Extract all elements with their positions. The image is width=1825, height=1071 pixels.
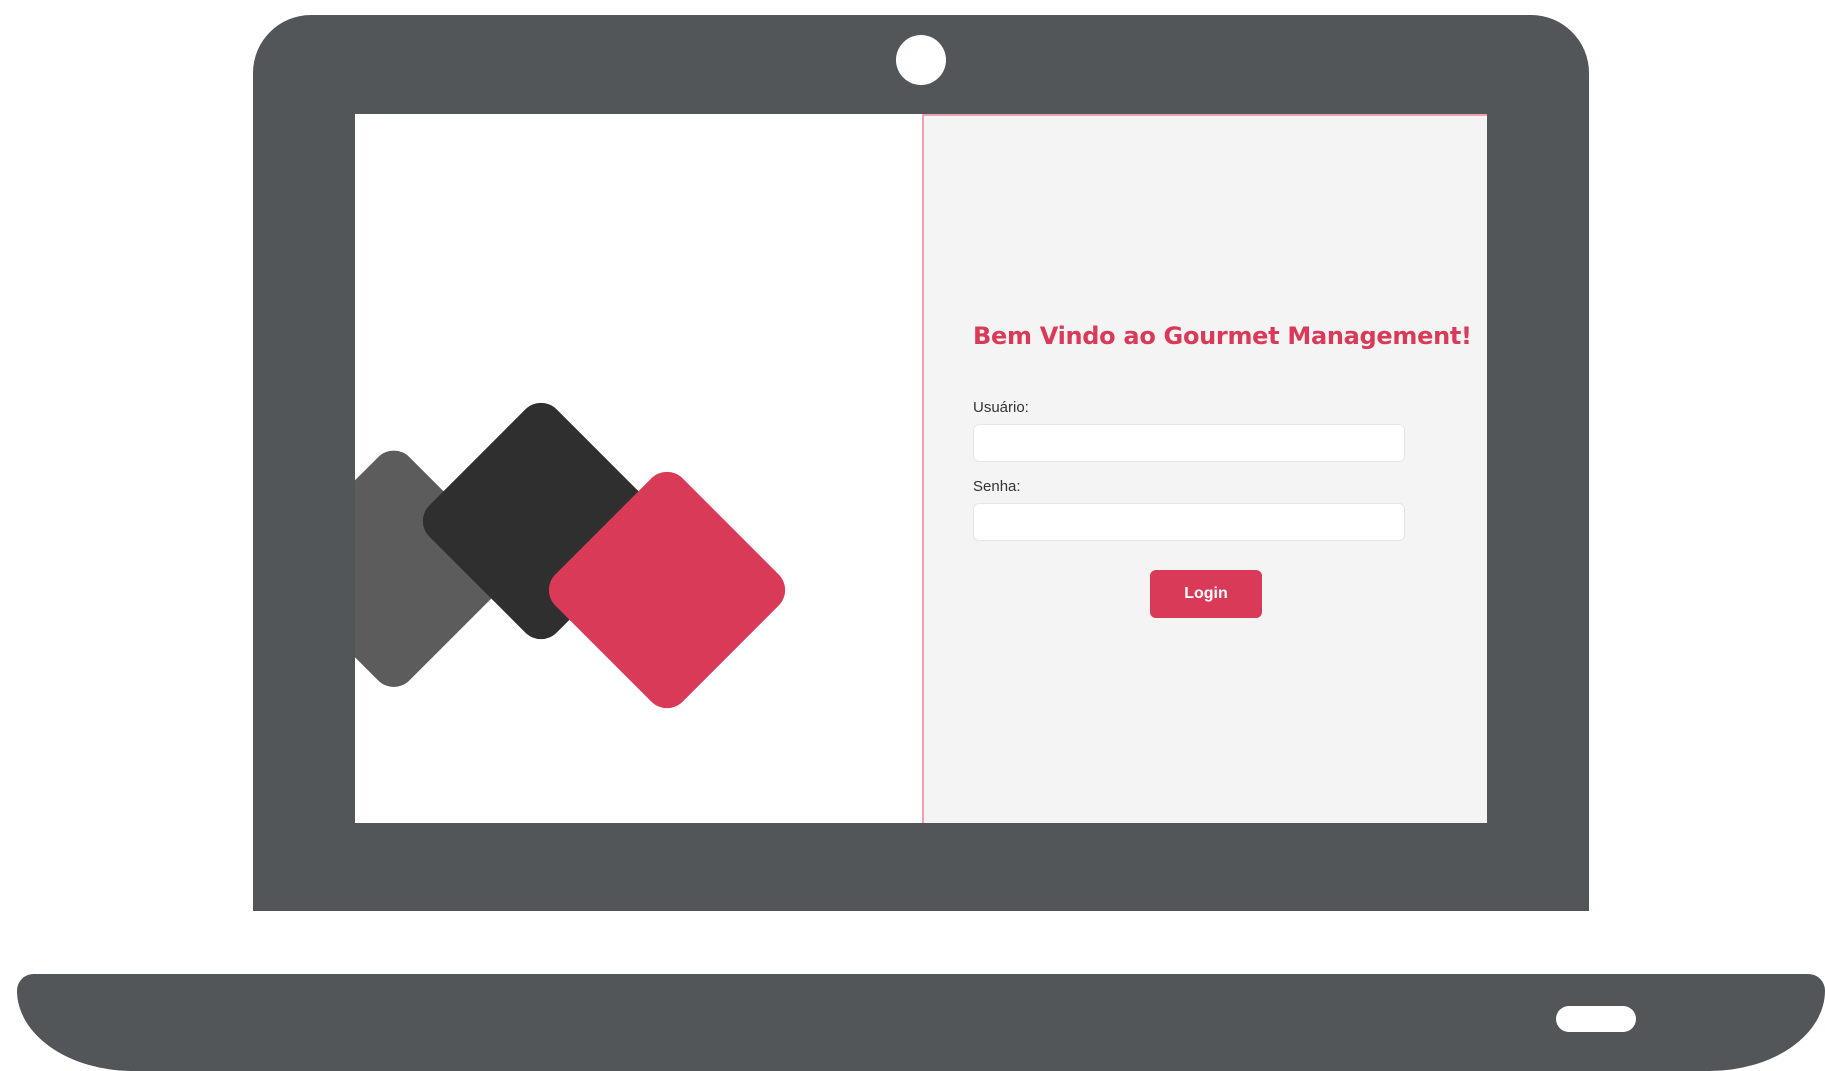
laptop-screen: Bem Vindo ao Gourmet Management! Usuário…	[355, 114, 1487, 823]
login-panel: Bem Vindo ao Gourmet Management! Usuário…	[922, 114, 1487, 823]
password-label: Senha:	[973, 478, 1021, 495]
trackpad-slot	[1556, 1006, 1636, 1032]
username-input[interactable]	[973, 424, 1405, 462]
brand-panel	[355, 114, 922, 823]
webcam-icon	[896, 35, 946, 85]
username-label: Usuário:	[973, 399, 1029, 416]
password-input[interactable]	[973, 503, 1405, 541]
diamond-logo	[355, 402, 786, 709]
login-button[interactable]: Login	[1150, 570, 1262, 618]
welcome-title: Bem Vindo ao Gourmet Management!	[973, 322, 1472, 350]
laptop-base	[17, 974, 1825, 1071]
